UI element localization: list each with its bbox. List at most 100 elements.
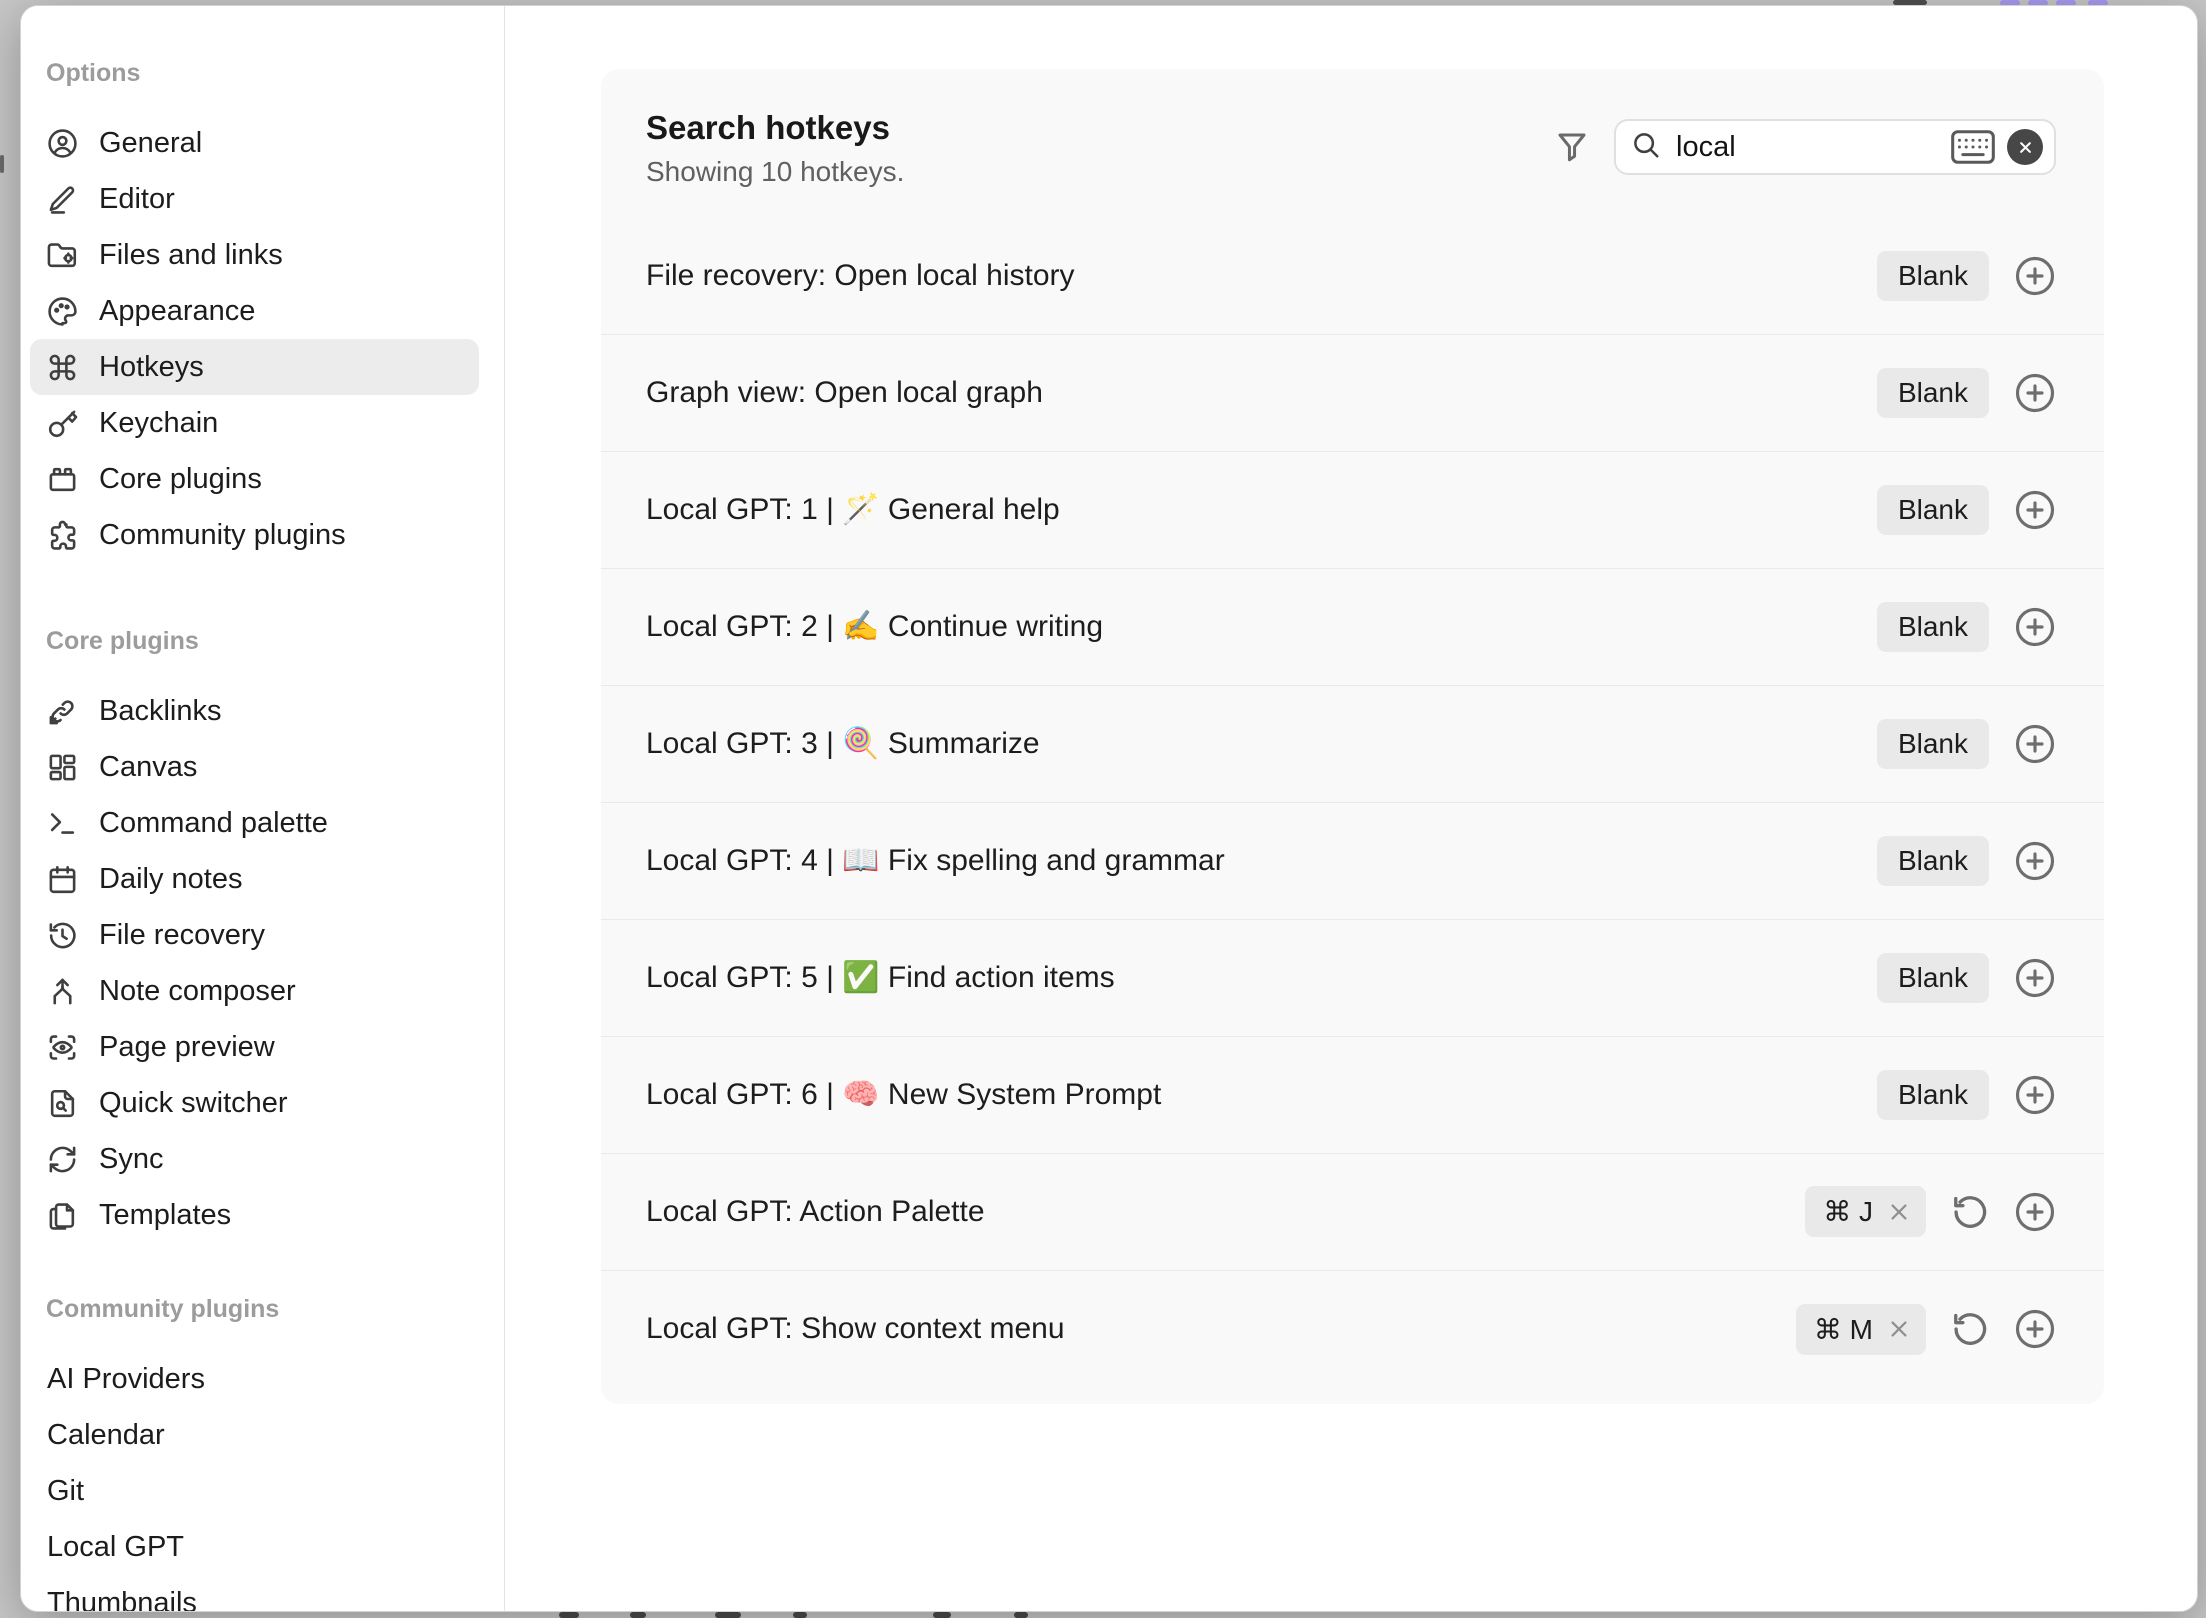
hotkey-status-badge: Blank [1877, 719, 1989, 769]
hotkey-row: Local GPT: 4 | 📖 Fix spelling and gramma… [601, 803, 2104, 920]
sidebar-item-label: Page preview [99, 1031, 275, 1064]
hotkey-command-label: Local GPT: 4 | 📖 Fix spelling and gramma… [646, 843, 1225, 878]
sidebar-item-label: Hotkeys [99, 351, 204, 384]
sidebar-item-git[interactable]: Git [30, 1463, 479, 1519]
add-hotkey-icon[interactable] [2014, 255, 2056, 297]
sidebar-item-backlinks[interactable]: Backlinks [30, 683, 479, 739]
sidebar-item-files-and-links[interactable]: Files and links [30, 227, 479, 283]
hotkey-command-label: Local GPT: 3 | 🍭 Summarize [646, 726, 1040, 761]
hotkey-controls: ⌘ M [1796, 1304, 2056, 1355]
hotkey-command-label: Local GPT: 1 | 🪄 General help [646, 492, 1060, 527]
sidebar-item-label: Community plugins [99, 519, 346, 552]
sidebar-item-hotkeys[interactable]: Hotkeys [30, 339, 479, 395]
sidebar-item-core-plugins[interactable]: Core plugins [30, 451, 479, 507]
add-hotkey-icon[interactable] [2014, 840, 2056, 882]
search-box [1614, 119, 2056, 175]
sidebar-item-community-plugins[interactable]: Community plugins [30, 507, 479, 563]
sidebar-item-templates[interactable]: Templates [30, 1187, 479, 1243]
toy-brick-icon [47, 464, 78, 495]
sidebar-item-label: File recovery [99, 919, 265, 952]
sidebar-item-sync[interactable]: Sync [30, 1131, 479, 1187]
hotkey-controls: ⌘ J [1805, 1186, 2056, 1237]
search-input[interactable] [1674, 130, 1951, 165]
sidebar-item-command-palette[interactable]: Command palette [30, 795, 479, 851]
hotkey-chip: ⌘ J [1805, 1186, 1926, 1237]
hotkey-controls: Blank [1877, 602, 2056, 652]
sidebar-item-thumbnails[interactable]: Thumbnails [30, 1575, 479, 1611]
sidebar-item-local-gpt[interactable]: Local GPT [30, 1519, 479, 1575]
sidebar-item-general[interactable]: General [30, 115, 479, 171]
add-hotkey-icon[interactable] [2014, 1308, 2056, 1350]
sidebar-item-label: Templates [99, 1199, 231, 1232]
hotkey-row: Local GPT: 1 | 🪄 General help Blank [601, 452, 2104, 569]
command-icon [47, 352, 78, 383]
remove-hotkey-icon[interactable] [1888, 1318, 1910, 1340]
background-app-fragment [1014, 1612, 1028, 1618]
sidebar-section-title: Options [21, 53, 504, 93]
sidebar-item-label: AI Providers [47, 1363, 205, 1396]
add-hotkey-icon[interactable] [2014, 489, 2056, 531]
settings-main: Search hotkeys Showing 10 hotkeys. [505, 6, 2197, 1611]
sidebar-item-label: Calendar [47, 1419, 165, 1452]
sidebar-item-label: Thumbnails [47, 1587, 197, 1612]
hotkey-command-label: Local GPT: Action Palette [646, 1195, 985, 1229]
sidebar-item-label: Command palette [99, 807, 328, 840]
calendar-icon [47, 864, 78, 895]
hotkey-controls: Blank [1877, 1070, 2056, 1120]
search-controls [1554, 119, 2056, 175]
hotkey-row: File recovery: Open local history Blank [601, 218, 2104, 335]
hotkey-row: Local GPT: 5 | ✅ Find action items Blank [601, 920, 2104, 1037]
sidebar-item-label: General [99, 127, 202, 160]
links-coming-in-icon [47, 696, 78, 727]
background-app-fragment [0, 155, 4, 173]
sidebar-section-title: Core plugins [21, 621, 504, 661]
add-hotkey-icon[interactable] [2014, 372, 2056, 414]
add-hotkey-icon[interactable] [2014, 1074, 2056, 1116]
add-hotkey-icon[interactable] [2014, 1191, 2056, 1233]
sidebar-item-page-preview[interactable]: Page preview [30, 1019, 479, 1075]
remove-hotkey-icon[interactable] [1888, 1201, 1910, 1223]
sidebar-item-daily-notes[interactable]: Daily notes [30, 851, 479, 907]
background-app-fragment [559, 1612, 579, 1618]
screen: Options General EditorFiles and linksAppea… [0, 0, 2206, 1618]
sidebar-item-label: Canvas [99, 751, 197, 784]
sidebar-item-ai-providers[interactable]: AI Providers [30, 1351, 479, 1407]
sidebar-item-appearance[interactable]: Appearance [30, 283, 479, 339]
sidebar-item-keychain[interactable]: Keychain [30, 395, 479, 451]
restore-default-icon[interactable] [1951, 1310, 1989, 1348]
sidebar-section-title: Community plugins [21, 1289, 504, 1329]
key-icon [47, 408, 78, 439]
copy-icon [47, 1200, 78, 1231]
hotkey-status-badge: Blank [1877, 602, 1989, 652]
hotkey-controls: Blank [1877, 719, 2056, 769]
sidebar-item-file-recovery[interactable]: File recovery [30, 907, 479, 963]
sidebar-section-core-plugins: Core plugins Backlinks Canvas Command palet… [21, 621, 504, 1243]
sidebar-section-options: Options General EditorFiles and linksAppea… [21, 53, 504, 563]
sidebar-item-note-composer[interactable]: Note composer [30, 963, 479, 1019]
sidebar-item-label: Sync [99, 1143, 163, 1176]
restore-default-icon[interactable] [1951, 1193, 1989, 1231]
clear-search-icon[interactable] [2007, 129, 2043, 165]
add-hotkey-icon[interactable] [2014, 957, 2056, 999]
hotkey-row: Local GPT: 6 | 🧠 New System Prompt Blank [601, 1037, 2104, 1154]
user-circle-icon [47, 128, 78, 159]
hotkey-chip: ⌘ M [1796, 1304, 1926, 1355]
sidebar-item-quick-switcher[interactable]: Quick switcher [30, 1075, 479, 1131]
hotkey-row: Graph view: Open local graph Blank [601, 335, 2104, 452]
puzzle-icon [47, 520, 78, 551]
filter-icon[interactable] [1554, 129, 1590, 165]
sidebar-item-canvas[interactable]: Canvas [30, 739, 479, 795]
keyboard-icon[interactable] [1951, 130, 1995, 164]
hotkeys-panel: Search hotkeys Showing 10 hotkeys. [601, 69, 2104, 1404]
sidebar-item-calendar[interactable]: Calendar [30, 1407, 479, 1463]
sidebar-item-label: Keychain [99, 407, 218, 440]
hotkey-controls: Blank [1877, 368, 2056, 418]
sidebar-item-label: Backlinks [99, 695, 222, 728]
sidebar-section-community-plugins: Community plugins AI Providers Calendar Git… [21, 1289, 504, 1611]
add-hotkey-icon[interactable] [2014, 606, 2056, 648]
hotkeys-header: Search hotkeys Showing 10 hotkeys. [601, 69, 2104, 188]
hotkey-chip-keys: ⌘ J [1823, 1195, 1873, 1228]
sidebar-item-editor[interactable]: Editor [30, 171, 479, 227]
background-app-fragment [933, 1612, 951, 1618]
add-hotkey-icon[interactable] [2014, 723, 2056, 765]
